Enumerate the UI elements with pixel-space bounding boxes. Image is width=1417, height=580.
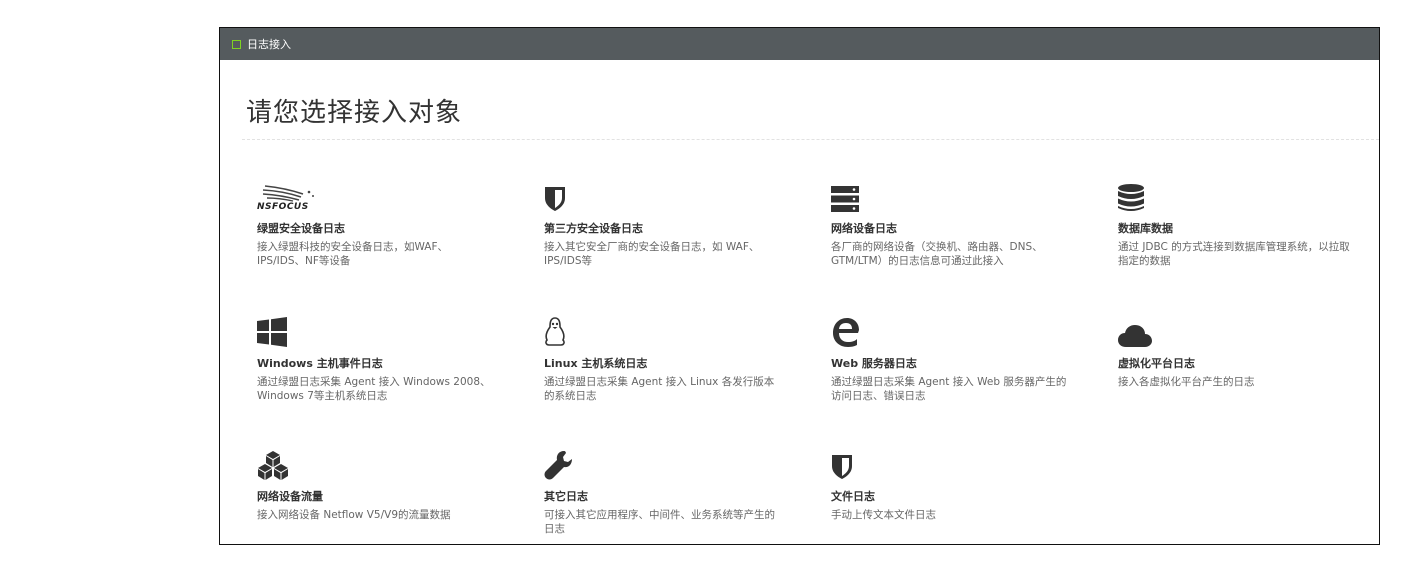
card-nsfocus-logs[interactable]: NSFOCUS 绿盟安全设备日志 接入绿盟科技的安全设备日志，如WAF、 IPS… xyxy=(257,178,527,268)
card-file-logs[interactable]: 文件日志 手动上传文本文件日志 xyxy=(831,446,1101,522)
divider xyxy=(242,139,1379,140)
card-title: 文件日志 xyxy=(831,490,875,503)
square-icon xyxy=(232,39,241,49)
card-title: 第三方安全设备日志 xyxy=(544,222,643,235)
card-description: 手动上传文本文件日志 xyxy=(831,509,936,521)
card-title: Windows 主机事件日志 xyxy=(257,357,383,370)
panel-titlebar: 日志接入 xyxy=(220,28,1379,60)
card-other-logs[interactable]: 其它日志 可接入其它应用程序、中间件、业务系统等产生的 日志 xyxy=(544,446,814,536)
card-description: 接入各虚拟化平台产生的日志 xyxy=(1118,376,1255,388)
card-description: 通过绿盟日志采集 Agent 接入 Web 服务器产生的 访问日志、错误日志 xyxy=(831,376,1067,402)
card-description: 接入网络设备 Netflow V5/V9的流量数据 xyxy=(257,509,451,521)
nsfocus-logo-icon: NSFOCUS xyxy=(257,178,527,212)
card-database-data[interactable]: 数据库数据 通过 JDBC 的方式连接到数据库管理系统，以拉取 指定的数据 xyxy=(1118,178,1379,268)
card-description: 各厂商的网络设备（交换机、路由器、DNS、 GTM/LTM）的日志信息可通过此接… xyxy=(831,241,1043,267)
card-title: 其它日志 xyxy=(544,490,588,503)
card-title: 绿盟安全设备日志 xyxy=(257,222,345,235)
card-title: Linux 主机系统日志 xyxy=(544,357,648,370)
server-icon xyxy=(831,178,1101,212)
card-linux-system-logs[interactable]: Linux 主机系统日志 通过绿盟日志采集 Agent 接入 Linux 各发行… xyxy=(544,313,814,403)
card-web-server-logs[interactable]: Web 服务器日志 通过绿盟日志采集 Agent 接入 Web 服务器产生的 访… xyxy=(831,313,1101,403)
database-icon xyxy=(1118,178,1379,212)
card-network-device-logs[interactable]: 网络设备日志 各厂商的网络设备（交换机、路由器、DNS、 GTM/LTM）的日志… xyxy=(831,178,1101,268)
card-title: Web 服务器日志 xyxy=(831,357,917,370)
page-title: 请您选择接入对象 xyxy=(246,98,463,128)
card-network-traffic[interactable]: 网络设备流量 接入网络设备 Netflow V5/V9的流量数据 xyxy=(257,446,527,522)
card-third-party-security-logs[interactable]: 第三方安全设备日志 接入其它安全厂商的安全设备日志，如 WAF、 IPS/IDS… xyxy=(544,178,814,268)
card-virtualization-logs[interactable]: 虚拟化平台日志 接入各虚拟化平台产生的日志 xyxy=(1118,313,1379,389)
card-title: 网络设备流量 xyxy=(257,490,323,503)
cubes-icon xyxy=(257,446,527,480)
card-description: 接入绿盟科技的安全设备日志，如WAF、 IPS/IDS、NF等设备 xyxy=(257,241,449,267)
card-description: 通过绿盟日志采集 Agent 接入 Linux 各发行版本 的系统日志 xyxy=(544,376,775,402)
card-title: 网络设备日志 xyxy=(831,222,897,235)
wrench-icon xyxy=(544,446,814,480)
log-access-panel: 日志接入 请您选择接入对象 NSFOCUS 绿盟安全设备日志 接入绿盟科技的安全… xyxy=(219,27,1380,545)
card-description: 可接入其它应用程序、中间件、业务系统等产生的 日志 xyxy=(544,509,775,535)
shield-icon xyxy=(831,446,1101,480)
cloud-icon xyxy=(1118,313,1379,347)
shield-icon xyxy=(544,178,814,212)
panel-title: 日志接入 xyxy=(247,38,291,51)
linux-icon xyxy=(544,313,814,347)
windows-icon xyxy=(257,313,527,347)
card-windows-event-logs[interactable]: Windows 主机事件日志 通过绿盟日志采集 Agent 接入 Windows… xyxy=(257,313,527,403)
card-description: 接入其它安全厂商的安全设备日志，如 WAF、 IPS/IDS等 xyxy=(544,241,760,267)
card-title: 数据库数据 xyxy=(1118,222,1173,235)
card-description: 通过 JDBC 的方式连接到数据库管理系统，以拉取 指定的数据 xyxy=(1118,241,1350,267)
card-title: 虚拟化平台日志 xyxy=(1118,357,1195,370)
edge-browser-icon xyxy=(831,313,1101,347)
card-description: 通过绿盟日志采集 Agent 接入 Windows 2008、 Windows … xyxy=(257,376,491,402)
